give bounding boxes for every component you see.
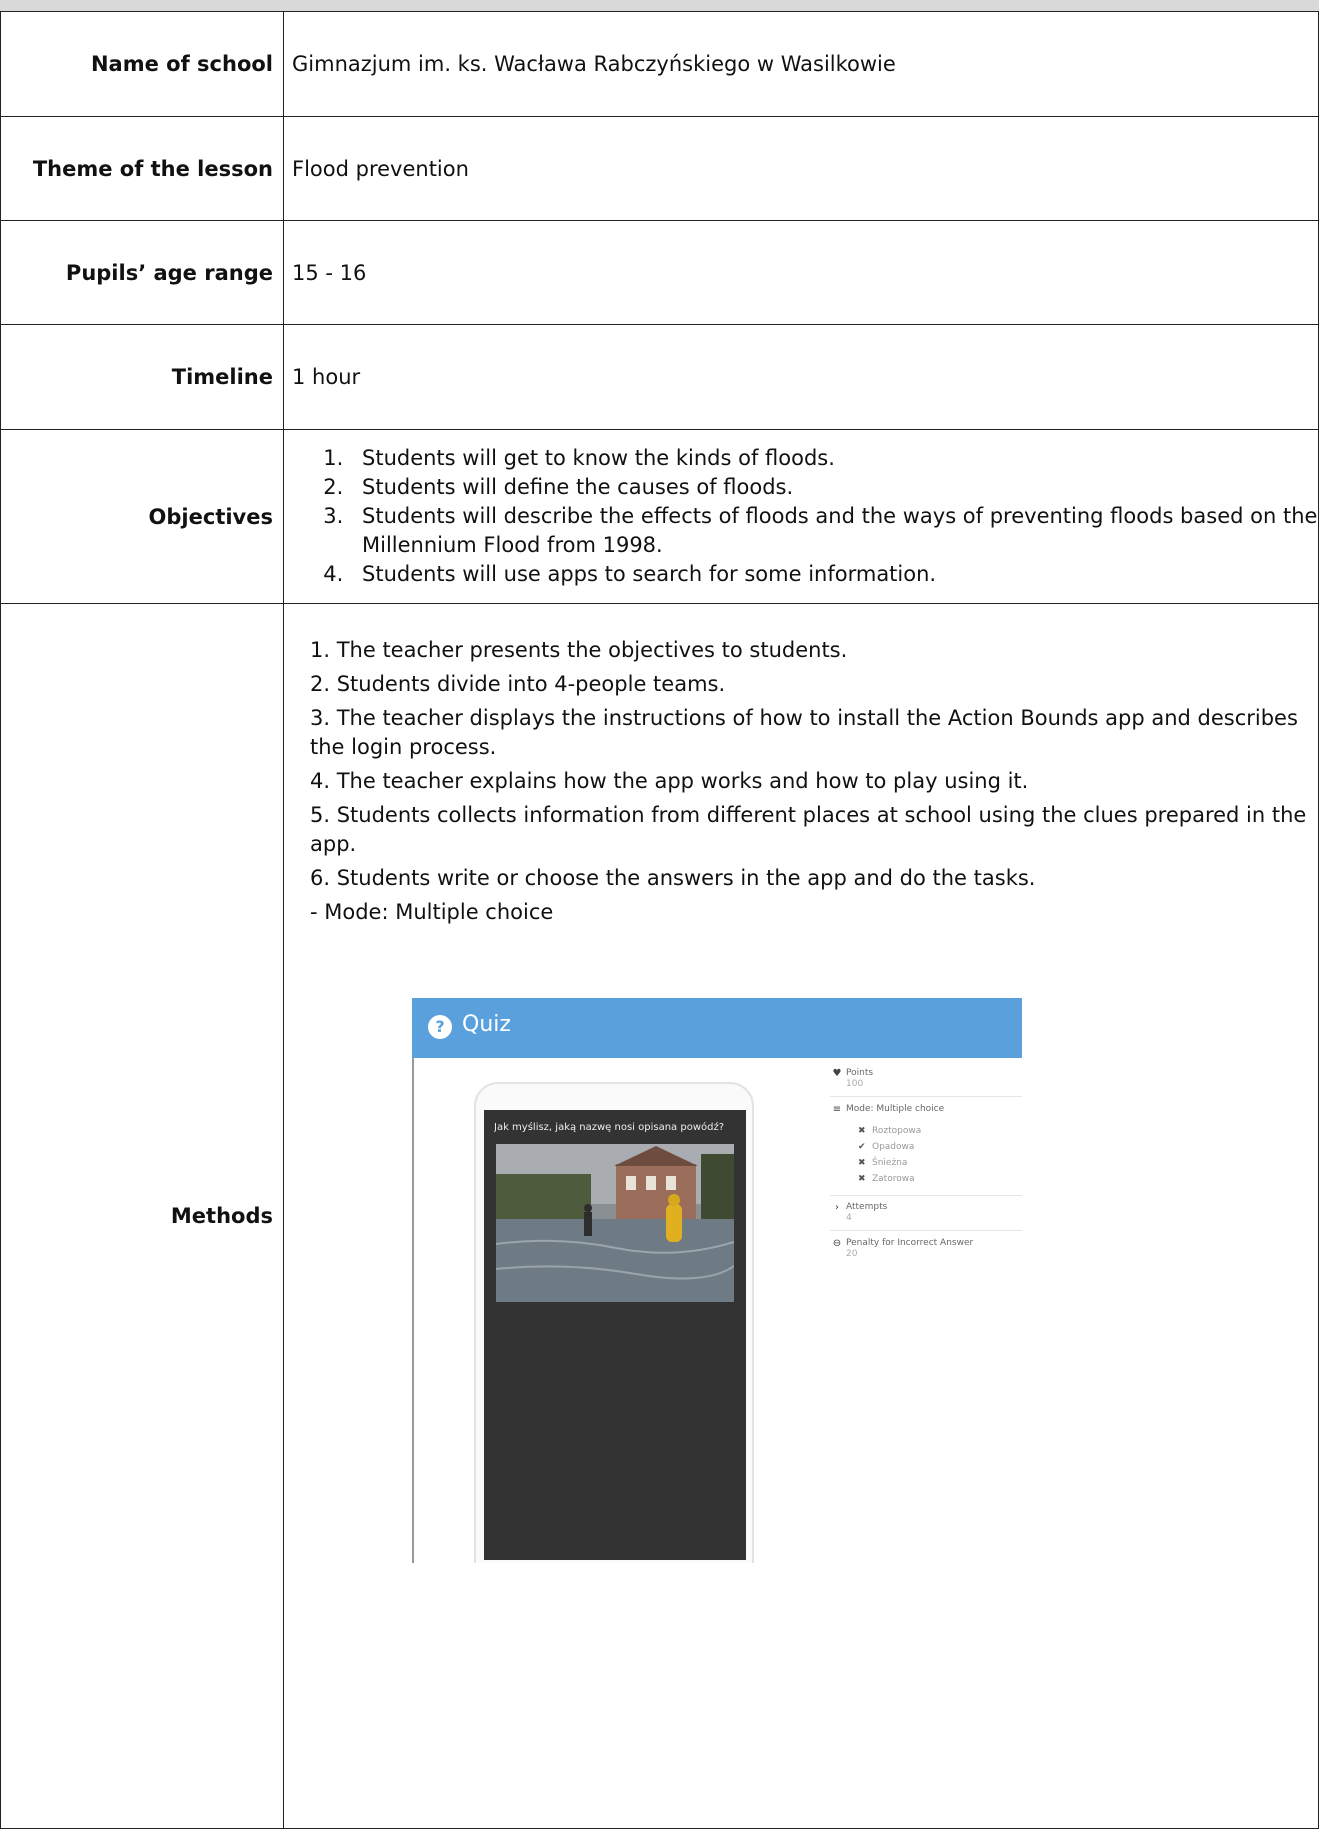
phone-screen: Jak myślisz, jaką nazwę nosi opisana pow… bbox=[484, 1110, 746, 1560]
minus-circle-icon: ⊖ bbox=[832, 1238, 842, 1249]
quiz-header: ? Quiz bbox=[412, 998, 1022, 1058]
attempts-label: Attempts bbox=[846, 1202, 888, 1212]
objective-item: Students will get to know the kinds of f… bbox=[350, 444, 1318, 473]
method-step: 2. Students divide into 4-people teams. bbox=[310, 672, 726, 696]
methods-text: 1. The teacher presents the objectives t… bbox=[310, 636, 1319, 932]
incorrect-mark-icon: ✖ bbox=[858, 1158, 866, 1168]
trophy-icon: ♥ bbox=[832, 1068, 842, 1079]
objective-item: Students will describe the effects of fl… bbox=[350, 502, 1318, 560]
mode-line: - Mode: Multiple choice bbox=[310, 900, 554, 924]
lesson-plan-table: Name of school Gimnazjum im. ks. Wacława… bbox=[0, 11, 1319, 1829]
value-age: 15 - 16 bbox=[283, 220, 1319, 325]
method-step: 5. Students collects information from di… bbox=[310, 803, 1307, 856]
attempts-value: 4 bbox=[846, 1213, 852, 1223]
quiz-screenshot: ? Quiz Jak myślisz, jaką nazwę nosi opis… bbox=[412, 998, 1022, 1563]
answer-option: ✖ Zatorowa bbox=[858, 1174, 915, 1184]
method-step: 4. The teacher explains how the app work… bbox=[310, 769, 1029, 793]
objectives-list: Students will get to know the kinds of f… bbox=[292, 444, 1318, 589]
question-icon: ? bbox=[428, 1015, 452, 1039]
method-step: 1. The teacher presents the objectives t… bbox=[310, 638, 848, 662]
value-theme: Flood prevention bbox=[283, 116, 1319, 221]
incorrect-mark-icon: ✖ bbox=[858, 1126, 866, 1136]
row-age: Pupils’ age range 15 - 16 bbox=[0, 220, 1319, 325]
divider-line bbox=[830, 1096, 1022, 1097]
row-school: Name of school Gimnazjum im. ks. Wacława… bbox=[0, 11, 1319, 117]
flood-photo bbox=[496, 1144, 734, 1302]
objective-item: Students will define the causes of flood… bbox=[350, 473, 1318, 502]
label-age: Pupils’ age range bbox=[0, 220, 284, 325]
incorrect-mark-icon: ✖ bbox=[858, 1174, 866, 1184]
label-objectives: Objectives bbox=[0, 429, 284, 604]
label-theme: Theme of the lesson bbox=[0, 116, 284, 221]
value-methods: 1. The teacher presents the objectives t… bbox=[283, 603, 1319, 1829]
divider-line bbox=[830, 1195, 1022, 1196]
label-school: Name of school bbox=[0, 11, 284, 117]
method-step: 3. The teacher displays the instructions… bbox=[310, 706, 1298, 759]
value-objectives: Students will get to know the kinds of f… bbox=[283, 429, 1319, 604]
chevron-right-icon: › bbox=[835, 1202, 839, 1213]
mode-label: Mode: Multiple choice bbox=[846, 1104, 945, 1114]
answer-option: ✔ Opadowa bbox=[858, 1142, 915, 1152]
method-step: 6. Students write or choose the answers … bbox=[310, 866, 1036, 890]
row-methods: Methods 1. The teacher presents the obje… bbox=[0, 603, 1319, 1829]
quiz-question: Jak myślisz, jaką nazwę nosi opisana pow… bbox=[494, 1122, 725, 1133]
penalty-value: 20 bbox=[846, 1249, 858, 1259]
screenshot-edge bbox=[412, 1058, 414, 1563]
row-objectives: Objectives Students will get to know the… bbox=[0, 429, 1319, 604]
penalty-label: Penalty for Incorrect Answer bbox=[846, 1238, 974, 1248]
answer-option: ✖ Śnieżna bbox=[858, 1158, 908, 1168]
quiz-title: Quiz bbox=[462, 1012, 511, 1037]
correct-mark-icon: ✔ bbox=[858, 1142, 866, 1152]
points-label: Points bbox=[846, 1068, 874, 1078]
value-timeline: 1 hour bbox=[283, 324, 1319, 430]
answer-option: ✖ Roztopowa bbox=[858, 1126, 922, 1136]
value-school: Gimnazjum im. ks. Wacława Rabczyńskiego … bbox=[283, 11, 1319, 117]
objective-item: Students will use apps to search for som… bbox=[350, 560, 1318, 589]
points-value: 100 bbox=[846, 1079, 864, 1089]
row-theme: Theme of the lesson Flood prevention bbox=[0, 116, 1319, 221]
label-methods: Methods bbox=[0, 603, 284, 1829]
list-icon: ≡ bbox=[832, 1104, 842, 1115]
label-timeline: Timeline bbox=[0, 324, 284, 430]
divider-line bbox=[830, 1230, 1022, 1231]
row-timeline: Timeline 1 hour bbox=[0, 324, 1319, 430]
